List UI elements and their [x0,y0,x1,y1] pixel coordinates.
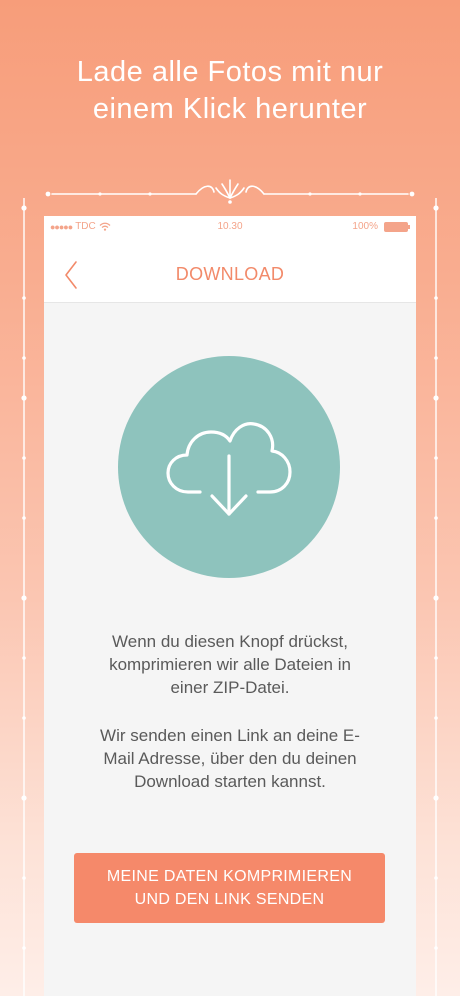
promo-headline: Lade alle Fotos mit nur einem Klick heru… [76,56,384,125]
info-text-compress: Wenn du diesen Knopf drückst, komprimier… [109,632,351,697]
status-battery-group: 100% [352,221,410,232]
decorative-ornament-top [45,179,415,204]
decorative-border-right [433,198,439,996]
navigation-bar: DOWNLOAD [44,238,416,303]
phone-mockup: ●●●●● TDC 10.30 100% DOWNLOAD Wenn du di… [44,216,416,996]
page-title: DOWNLOAD [175,264,285,284]
status-bar: ●●●●● TDC 10.30 100% [44,216,416,238]
decorative-border-left [21,198,27,996]
cloud-download-icon [166,422,292,516]
download-button-circle[interactable] [118,356,340,578]
info-text-email: Wir senden einen Link an deine E- Mail A… [100,726,360,791]
battery-percent: 100% [352,221,378,232]
compress-and-send-button[interactable]: MEINE DATEN KOMPRIMIEREN UND DEN LINK SE… [74,853,385,923]
battery-icon [384,221,410,232]
